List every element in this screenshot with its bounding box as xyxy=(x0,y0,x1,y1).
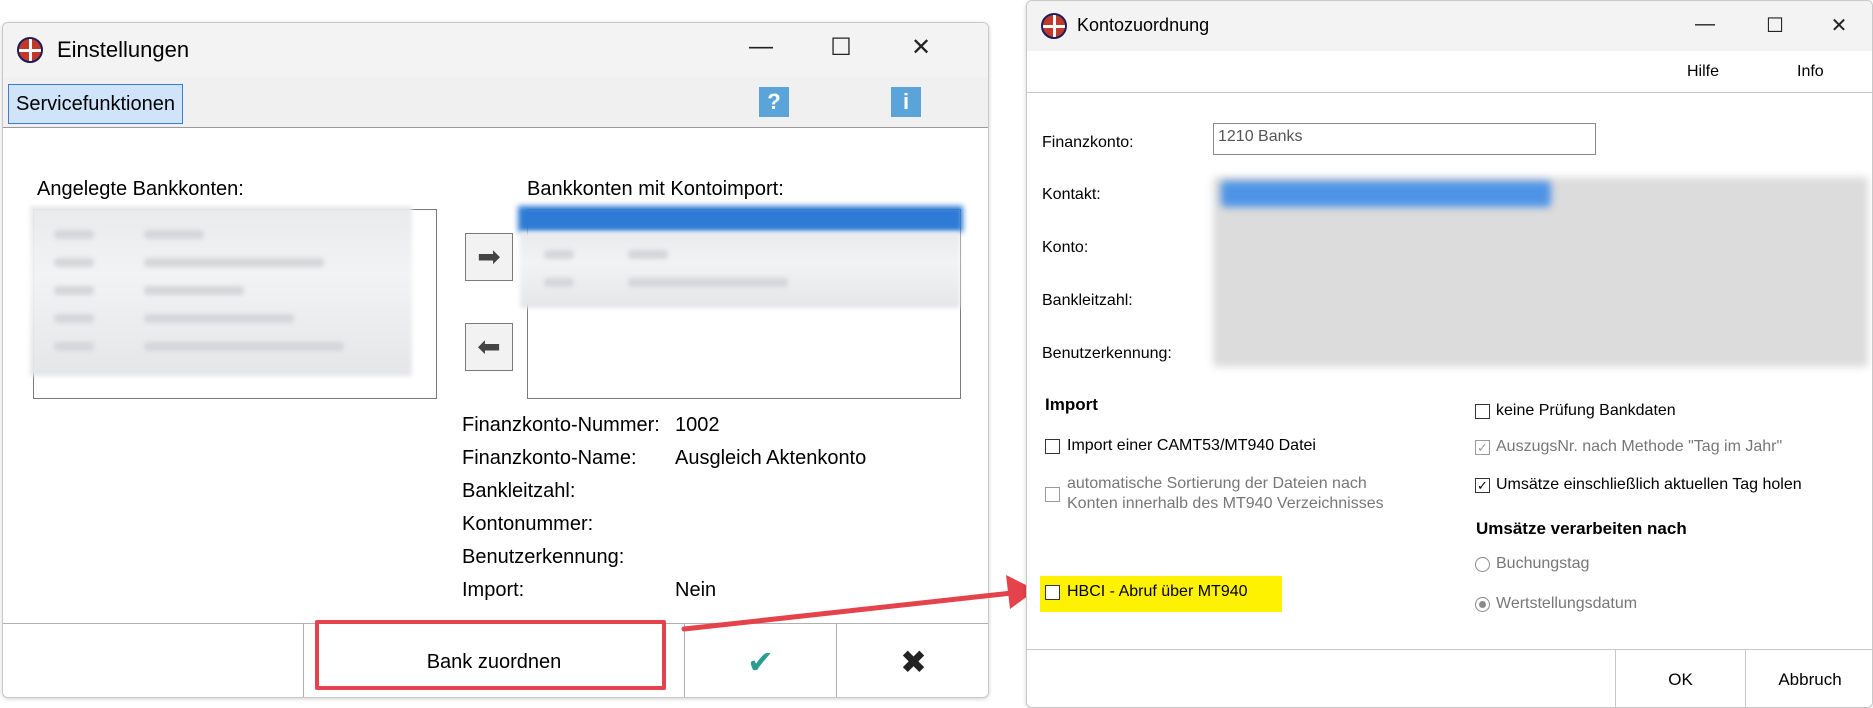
kontakt-label: Kontakt: xyxy=(1042,186,1101,203)
benutzerkennung-label: Benutzerkennung: xyxy=(1042,345,1172,362)
menu-hilfe[interactable]: Hilfe xyxy=(1687,63,1719,81)
ok-button[interactable]: OK xyxy=(1615,650,1745,707)
maximize-button[interactable]: ☐ xyxy=(1757,13,1793,38)
bankleitzahl-label: Bankleitzahl: xyxy=(1042,292,1133,309)
app-logo-icon xyxy=(1041,13,1067,39)
wertstellungsdatum-radio xyxy=(1475,597,1490,612)
finanzkonto-field[interactable]: 1210 Banks xyxy=(1213,123,1596,155)
buchungstag-label: Buchungstag xyxy=(1496,555,1590,572)
verarbeiten-header: Umsätze verarbeiten nach xyxy=(1476,519,1687,538)
keine-pruefung-checkbox[interactable] xyxy=(1475,404,1490,419)
auto-sort-label: automatische Sortierung der Dateien nach xyxy=(1067,475,1367,492)
konto-label: Konto: xyxy=(1042,239,1089,256)
hbci-checkbox[interactable] xyxy=(1045,585,1060,600)
menu-info[interactable]: Info xyxy=(1797,63,1824,81)
kontozuordnung-window: Kontozuordnung — ☐ ✕ Hilfe Info Finanzko… xyxy=(1026,0,1873,708)
kontozuordnung-footer: OK Abbruch xyxy=(1027,649,1872,707)
kontozuordnung-menubar: Hilfe Info xyxy=(1027,51,1872,93)
minimize-button[interactable]: — xyxy=(1687,13,1723,36)
window-title: Kontozuordnung xyxy=(1077,15,1210,35)
import-section-header: Import xyxy=(1045,395,1098,414)
umsaetze-heute-label: Umsätze einschließlich aktuellen Tag hol… xyxy=(1496,476,1802,493)
auto-sort-checkbox xyxy=(1045,487,1060,502)
finanzkonto-label: Finanzkonto: xyxy=(1042,134,1134,151)
abbruch-button[interactable]: Abbruch xyxy=(1745,650,1872,707)
umsaetze-heute-checkbox[interactable]: ✓ xyxy=(1475,478,1490,493)
auszugsnr-checkbox: ✓ xyxy=(1475,440,1490,455)
kontozuordnung-titlebar: Kontozuordnung — ☐ ✕ xyxy=(1027,1,1872,51)
buchungstag-radio xyxy=(1475,557,1490,572)
auszugsnr-label: AuszugsNr. nach Methode "Tag im Jahr" xyxy=(1496,438,1783,455)
camt-import-label: Import einer CAMT53/MT940 Datei xyxy=(1067,437,1316,454)
wertstellungsdatum-label: Wertstellungsdatum xyxy=(1496,595,1638,612)
camt-import-checkbox[interactable] xyxy=(1045,439,1060,454)
keine-pruefung-label: keine Prüfung Bankdaten xyxy=(1496,402,1676,419)
hbci-label: HBCI - Abruf über MT940 xyxy=(1067,583,1248,600)
auto-sort-label: Konten innerhalb des MT940 Verzeichnisse… xyxy=(1067,495,1384,512)
kontakt-field[interactable] xyxy=(1221,181,1551,207)
close-button[interactable]: ✕ xyxy=(1821,13,1857,38)
